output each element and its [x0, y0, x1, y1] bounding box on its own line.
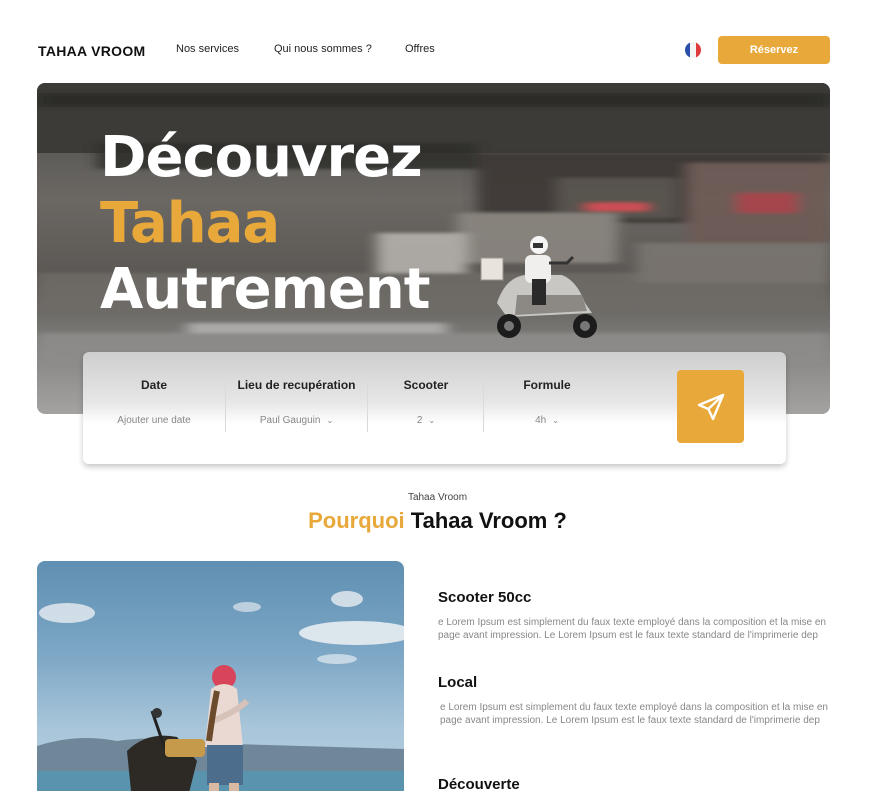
brand-logo[interactable]: TAHAA VROOM — [38, 43, 146, 59]
feature-text-scooter: e Lorem Ipsum est simplement du faux tex… — [438, 617, 826, 641]
hero-line-1: Découvrez — [100, 125, 423, 190]
formula-label: Formule — [523, 378, 571, 392]
scooter-field[interactable]: Scooter 2 ⌄ — [368, 352, 484, 464]
section-title-rest: Tahaa Vroom ? — [410, 508, 567, 533]
search-submit-button[interactable] — [677, 370, 744, 443]
pickup-location-label: Lieu de recupération — [237, 378, 356, 392]
formula-field[interactable]: Formule 4h ⌄ — [484, 352, 610, 464]
nav-link-services[interactable]: Nos services — [176, 43, 239, 55]
pickup-location-field[interactable]: Lieu de recupération Paul Gauguin ⌄ — [226, 352, 367, 464]
section-title: Pourquoi Tahaa Vroom ? — [0, 508, 875, 534]
hero-line-3: Autrement — [100, 257, 431, 322]
french-flag-icon[interactable] — [685, 42, 701, 58]
chevron-down-icon: ⌄ — [552, 416, 559, 425]
formula-value: 4h — [535, 415, 547, 426]
formula-select[interactable]: 4h ⌄ — [484, 415, 610, 426]
chevron-down-icon: ⌄ — [326, 416, 334, 425]
scooter-select[interactable]: 2 ⌄ — [368, 415, 484, 426]
hero-heading: Découvrez Tahaa Autrement — [100, 125, 431, 323]
hero-line-2: Tahaa — [100, 191, 280, 256]
scooter-value: 2 — [416, 415, 423, 426]
date-field[interactable]: Date Ajouter une date — [83, 352, 225, 464]
section-eyebrow: Tahaa Vroom — [407, 492, 468, 503]
chevron-down-icon: ⌄ — [428, 416, 436, 425]
nav-link-offers[interactable]: Offres — [405, 43, 435, 55]
feature-title-discovery: Découverte — [438, 776, 520, 791]
nav-link-about[interactable]: Qui nous sommes ? — [274, 43, 372, 55]
pickup-location-select[interactable]: Paul Gauguin ⌄ — [226, 415, 367, 426]
scooter-photo — [37, 561, 404, 791]
scooter-label: Scooter — [403, 378, 449, 392]
feature-title-local: Local — [438, 674, 478, 691]
date-label: Date — [140, 378, 167, 392]
paper-plane-icon — [697, 393, 724, 420]
woman-with-scooter-image — [37, 591, 404, 791]
feature-title-scooter: Scooter 50cc — [438, 589, 532, 606]
date-value[interactable]: Ajouter une date — [83, 415, 225, 426]
pickup-location-value: Paul Gauguin — [259, 415, 321, 426]
booking-search-bar: Date Ajouter une date Lieu de recupérati… — [83, 352, 786, 464]
feature-text-local: e Lorem Ipsum est simplement du faux tex… — [440, 702, 828, 726]
reserve-button[interactable]: Réservez — [718, 36, 830, 64]
section-title-accent: Pourquoi — [308, 508, 405, 533]
